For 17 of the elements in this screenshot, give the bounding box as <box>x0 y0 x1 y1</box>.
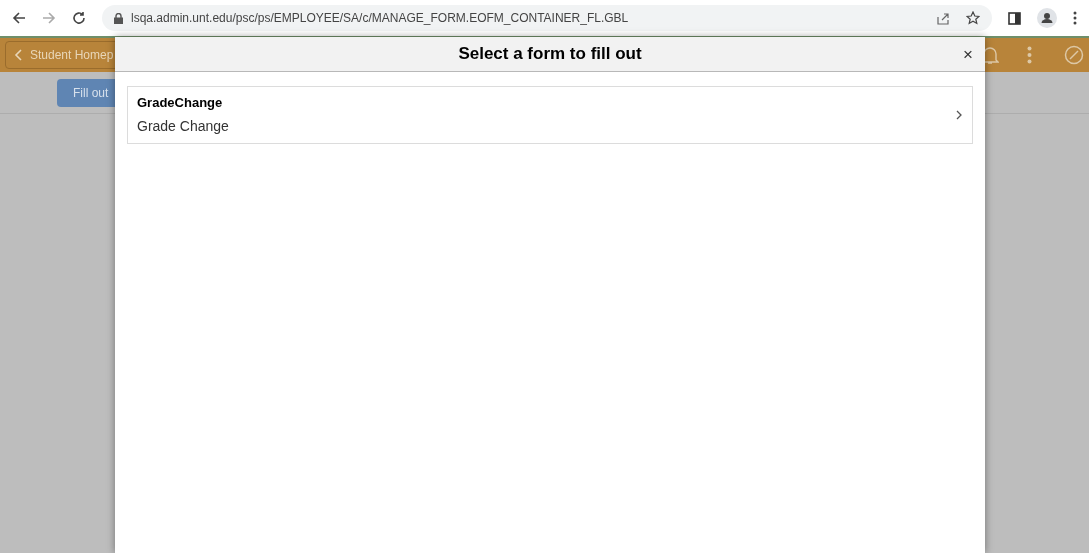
chevron-left-icon <box>14 49 22 61</box>
url-text: lsqa.admin.unt.edu/psc/ps/EMPLOYEE/SA/c/MANAGE_FORM.EOFM_CONTAINER_FL.GBL <box>131 10 629 27</box>
menu-icon[interactable] <box>1073 11 1077 25</box>
form-list-item[interactable]: GradeChange Grade Change <box>127 86 973 144</box>
form-name: GradeChange <box>137 93 223 112</box>
lock-icon <box>114 12 123 24</box>
share-icon[interactable] <box>937 11 950 25</box>
profile-icon[interactable] <box>1037 8 1057 28</box>
back-icon[interactable] <box>12 11 26 25</box>
address-bar[interactable]: lsqa.admin.unt.edu/psc/ps/EMPLOYEE/SA/c/MANAGE_FORM.EOFM_CONTAINER_FL.GBL <box>102 5 992 31</box>
form-description: Grade Change <box>137 117 229 137</box>
star-icon[interactable] <box>966 11 980 25</box>
side-panel-icon[interactable] <box>1008 11 1021 25</box>
close-button[interactable]: × <box>963 46 973 64</box>
reload-icon[interactable] <box>72 11 86 25</box>
dialog-title: Select a form to fill out <box>458 43 642 66</box>
chevron-right-icon <box>956 110 962 120</box>
